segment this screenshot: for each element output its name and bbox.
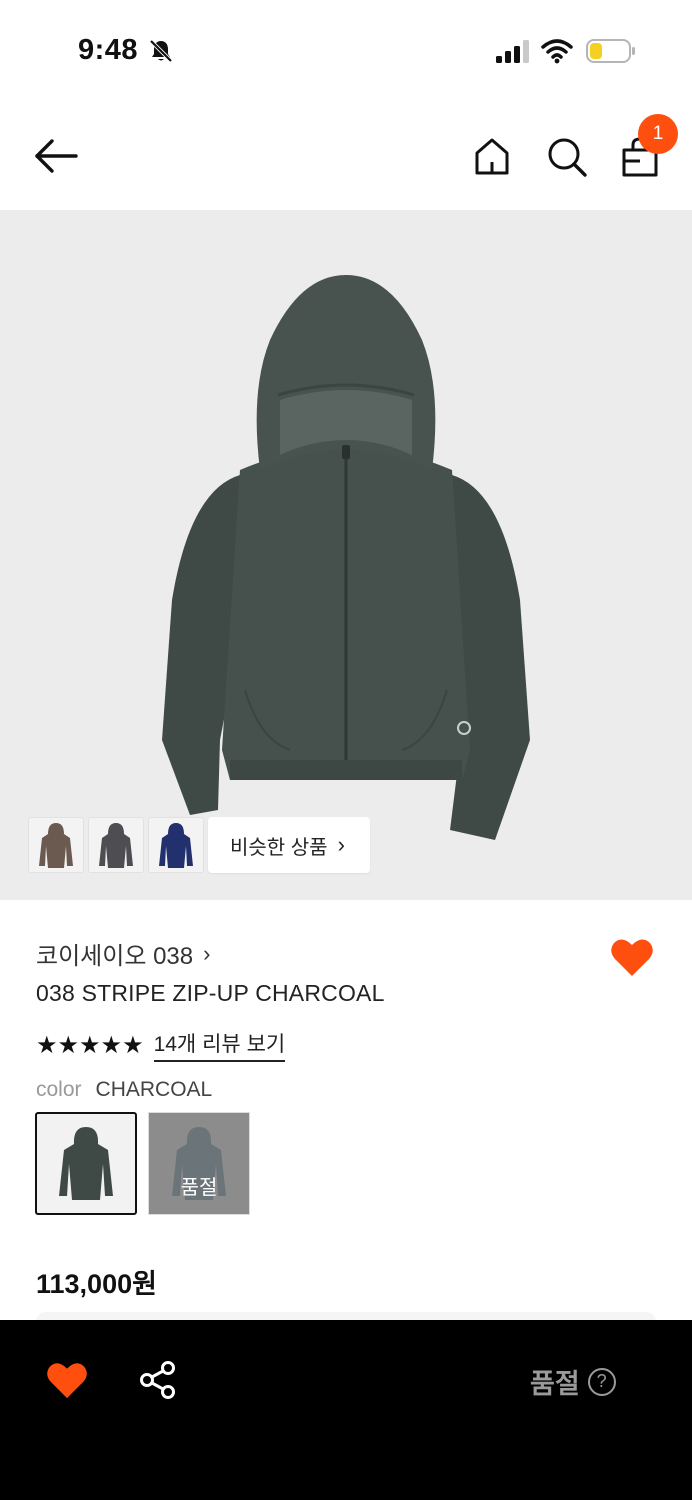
color-value: CHARCOAL — [95, 1078, 213, 1101]
chevron-right-icon: › — [203, 940, 211, 966]
search-icon[interactable] — [546, 136, 588, 178]
variant-thumb-navy[interactable] — [148, 817, 204, 873]
cart-count-badge: 1 — [638, 114, 678, 154]
brand-link[interactable]: 코이세이오 038 › — [36, 936, 210, 971]
back-arrow-icon[interactable] — [32, 136, 80, 176]
chevron-right-icon: › — [337, 832, 345, 857]
home-icon[interactable] — [472, 136, 512, 176]
product-image-gallery[interactable]: 비슷한 상품 › — [0, 210, 692, 900]
bell-muted-icon — [149, 39, 173, 63]
share-icon[interactable] — [138, 1360, 178, 1400]
soldout-status-label: 품절 — [530, 1369, 580, 1399]
variant-navy-image — [159, 823, 193, 868]
bottom-action-bar: 품절 ? — [0, 1320, 692, 1500]
review-link[interactable]: 14개 리뷰 보기 — [153, 1028, 286, 1062]
swatch-charcoal-image — [59, 1126, 113, 1200]
top-nav: 1 — [0, 100, 692, 210]
rating-row: ★★★★★ 14개 리뷰 보기 — [36, 1028, 286, 1062]
variant-thumb-gray[interactable] — [88, 817, 144, 873]
battery-icon — [586, 39, 635, 63]
soldout-label: 품절 — [180, 1177, 218, 1199]
color-swatch-soldout[interactable]: 품절 — [148, 1112, 250, 1215]
variant-brown-image — [39, 823, 73, 868]
product-price: 113,000원 — [36, 1269, 157, 1299]
wifi-icon — [541, 39, 573, 64]
variant-thumb-brown[interactable] — [28, 817, 84, 873]
heart-icon[interactable] — [610, 936, 654, 978]
similar-products-button[interactable]: 비슷한 상품 › — [208, 817, 370, 873]
status-bar: 9:48 — [0, 0, 692, 100]
color-label: color — [36, 1078, 82, 1101]
star-rating-icon: ★★★★★ — [36, 1031, 144, 1059]
similar-products-label: 비슷한 상품 — [230, 836, 328, 859]
color-swatch-charcoal[interactable] — [35, 1112, 137, 1215]
signal-icon — [496, 40, 529, 63]
product-title: 038 STRIPE ZIP-UP CHARCOAL — [36, 980, 385, 1006]
variant-gray-image — [99, 823, 133, 868]
soldout-overlay: 품절 — [149, 1113, 249, 1214]
soldout-status: 품절 ? — [530, 1362, 616, 1401]
brand-name: 코이세이오 038 — [36, 943, 194, 970]
product-photo — [162, 275, 530, 840]
wishlist-heart-icon[interactable] — [46, 1360, 88, 1400]
color-row: color CHARCOAL — [36, 1078, 212, 1102]
status-time: 9:48 — [78, 34, 139, 66]
help-icon[interactable]: ? — [587, 1367, 616, 1396]
